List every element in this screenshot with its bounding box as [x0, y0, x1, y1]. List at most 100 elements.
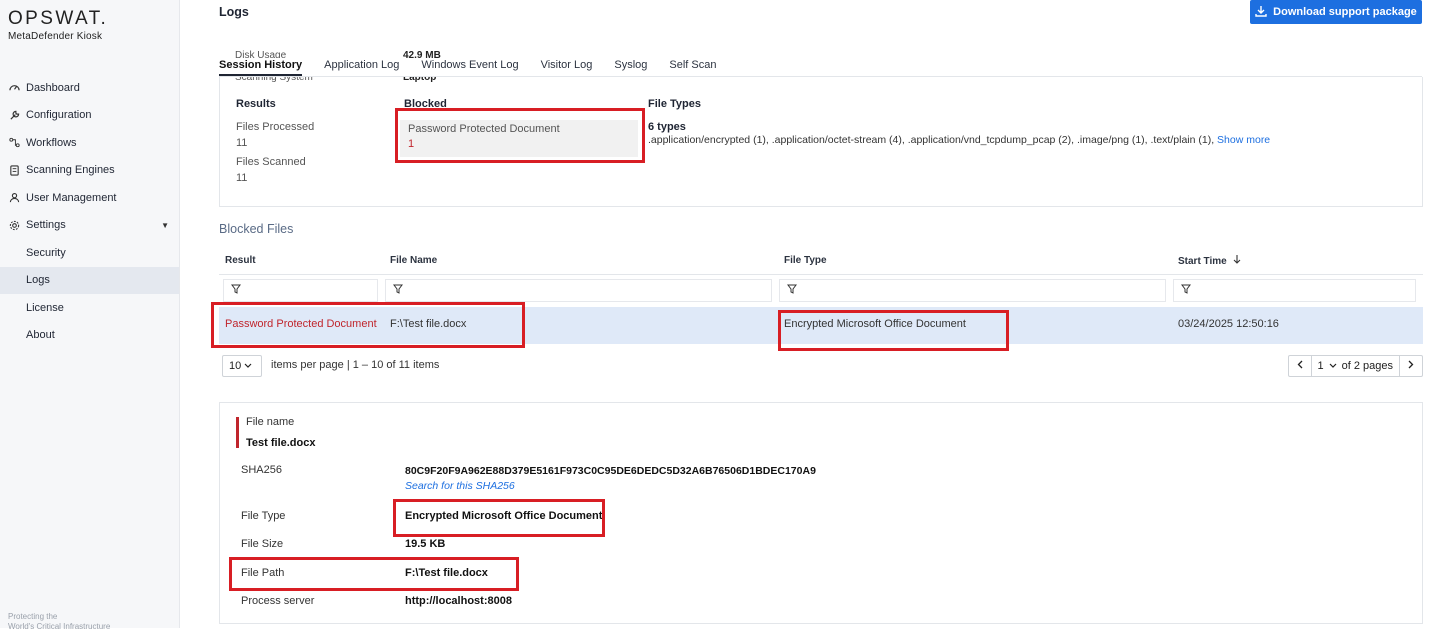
- sidebar-item-label: Settings: [26, 219, 66, 232]
- chevron-down-icon: [244, 360, 252, 372]
- sidebar-item-logs[interactable]: Logs: [0, 266, 179, 294]
- page-count: of 2 pages: [1341, 360, 1393, 372]
- cell-file-name: F:\Test file.docx: [390, 318, 467, 330]
- current-page: 1: [1317, 360, 1324, 372]
- chevron-right-icon: [1408, 360, 1414, 372]
- search-sha256-link[interactable]: Search for this SHA256: [405, 480, 515, 492]
- file-name-value: Test file.docx: [246, 437, 316, 449]
- file-size-label: File Size: [241, 538, 284, 550]
- chevron-down-icon: [1329, 360, 1337, 372]
- table-header: Result File Name File Type Start Time: [219, 250, 1423, 275]
- footer-line: World's Critical Infrastructure: [8, 622, 111, 631]
- file-name-label: File name: [246, 416, 295, 428]
- download-support-package-button[interactable]: Download support package: [1250, 0, 1422, 24]
- file-type-label: File Type: [241, 510, 286, 522]
- gear-icon: [8, 219, 20, 231]
- blocked-heading: Blocked: [404, 98, 447, 110]
- filter-icon: [231, 284, 241, 297]
- sidebar-item-configuration[interactable]: Configuration: [0, 102, 179, 130]
- tab-syslog[interactable]: Syslog: [614, 58, 669, 76]
- show-more-link[interactable]: Show more: [1217, 134, 1270, 146]
- tab-application-log[interactable]: Application Log: [324, 58, 421, 76]
- filter-icon: [1181, 284, 1191, 297]
- sidebar-item-label: Workflows: [26, 136, 77, 149]
- file-types-count: 6 types: [648, 121, 686, 133]
- blocked-files-table: Result File Name File Type Start Time Pa…: [219, 250, 1423, 344]
- filter-start-time[interactable]: [1173, 279, 1416, 302]
- filter-result[interactable]: [223, 279, 378, 302]
- column-header-file-type[interactable]: File Type: [784, 255, 827, 266]
- sidebar-item-scanning-engines[interactable]: Scanning Engines: [0, 157, 179, 185]
- sidebar-item-label: Configuration: [26, 109, 92, 122]
- opswat-logo: OPSWAT.: [8, 8, 109, 29]
- file-types-summary: 6 types .application/encrypted (1), .app…: [648, 121, 1270, 146]
- file-name-accent-bar: [236, 417, 239, 448]
- log-tabs: Session History Application Log Windows …: [219, 58, 739, 76]
- tab-windows-event-log[interactable]: Windows Event Log: [421, 58, 540, 76]
- process-server-label: Process server: [241, 595, 315, 607]
- sha256-label: SHA256: [241, 464, 282, 476]
- disk-usage-label: Disk Usage: [235, 50, 287, 58]
- column-header-result[interactable]: Result: [225, 255, 256, 266]
- previous-page-button[interactable]: [1289, 356, 1311, 376]
- sort-down-icon: [1233, 255, 1241, 267]
- sidebar-footer: Protecting the World's Critical Infrastr…: [8, 612, 110, 632]
- tab-self-scan[interactable]: Self Scan: [669, 58, 738, 76]
- filter-row: [219, 279, 1423, 302]
- filter-file-name[interactable]: [385, 279, 772, 302]
- cell-file-type: Encrypted Microsoft Office Document: [784, 318, 966, 330]
- sidebar-item-dashboard[interactable]: Dashboard: [0, 74, 179, 102]
- disk-usage-value: 42.9 MB: [403, 50, 441, 58]
- users-icon: [8, 192, 20, 204]
- sidebar-item-workflows[interactable]: Workflows: [0, 129, 179, 157]
- sidebar-item-label: User Management: [26, 191, 117, 204]
- file-path-label: File Path: [241, 567, 285, 579]
- page-title: Logs: [219, 5, 249, 19]
- sidebar-item-settings[interactable]: Settings ▼: [0, 212, 179, 240]
- process-server-value: http://localhost:8008: [405, 595, 512, 607]
- next-page-button[interactable]: [1400, 356, 1422, 376]
- tab-session-history[interactable]: Session History: [219, 58, 303, 76]
- page-navigator: 1 of 2 pages: [1287, 355, 1423, 377]
- chevron-left-icon: [1297, 360, 1303, 372]
- sidebar-item-label: Security: [26, 246, 66, 259]
- column-header-file-name[interactable]: File Name: [390, 255, 437, 266]
- filter-file-type[interactable]: [779, 279, 1166, 302]
- files-processed-value: 11: [236, 137, 248, 149]
- tab-visitor-log[interactable]: Visitor Log: [541, 58, 615, 76]
- engine-icon: [8, 164, 20, 176]
- cell-start-time: 03/24/2025 12:50:16: [1178, 318, 1279, 330]
- file-types-heading: File Types: [648, 98, 701, 110]
- blocked-reason: Password Protected Document: [408, 123, 560, 135]
- files-scanned-label: Files Scanned: [236, 156, 306, 168]
- blocked-count: 1: [408, 138, 415, 150]
- column-header-label: Start Time: [1178, 256, 1227, 267]
- download-button-label: Download support package: [1273, 6, 1417, 18]
- table-row[interactable]: Password Protected Document F:\Test file…: [219, 307, 1423, 344]
- product-name: MetaDefender Kiosk: [8, 31, 103, 42]
- file-types-text: .application/encrypted (1), .application…: [648, 134, 1215, 146]
- file-path-value: F:\Test file.docx: [405, 567, 488, 579]
- sha256-value: 80C9F20F9A962E88D379E5161F973C0C95DE6DED…: [405, 465, 816, 477]
- wrench-icon: [8, 109, 20, 121]
- blocked-files-heading: Blocked Files: [219, 222, 294, 236]
- page-select[interactable]: 1 of 2 pages: [1310, 356, 1400, 376]
- sidebar-nav: Dashboard Configuration Workflows Scanni…: [0, 74, 179, 349]
- main-content: Logs Download support package Disk Usage…: [180, 0, 1440, 628]
- sidebar-item-label: License: [26, 301, 64, 314]
- page-size-value: 10: [229, 360, 242, 372]
- file-detail-panel: File name Test file.docx SHA256 80C9F20F…: [219, 402, 1423, 624]
- files-scanned-value: 11: [236, 172, 248, 184]
- sidebar-item-license[interactable]: License: [0, 294, 179, 322]
- footer-line: Protecting the: [8, 612, 58, 621]
- column-header-start-time[interactable]: Start Time: [1178, 255, 1241, 267]
- blocked-reason-box[interactable]: Password Protected Document 1: [400, 120, 638, 157]
- filter-icon: [787, 284, 797, 297]
- pagination: 10 items per page | 1 – 10 of 11 items 1…: [219, 355, 1423, 377]
- page-size-select[interactable]: 10: [222, 355, 262, 377]
- sidebar-item-about[interactable]: About: [0, 322, 179, 350]
- sidebar-item-user-management[interactable]: User Management: [0, 184, 179, 212]
- workflow-icon: [8, 137, 20, 149]
- sidebar-item-security[interactable]: Security: [0, 239, 179, 267]
- sidebar: OPSWAT. MetaDefender Kiosk Dashboard Con…: [0, 0, 180, 631]
